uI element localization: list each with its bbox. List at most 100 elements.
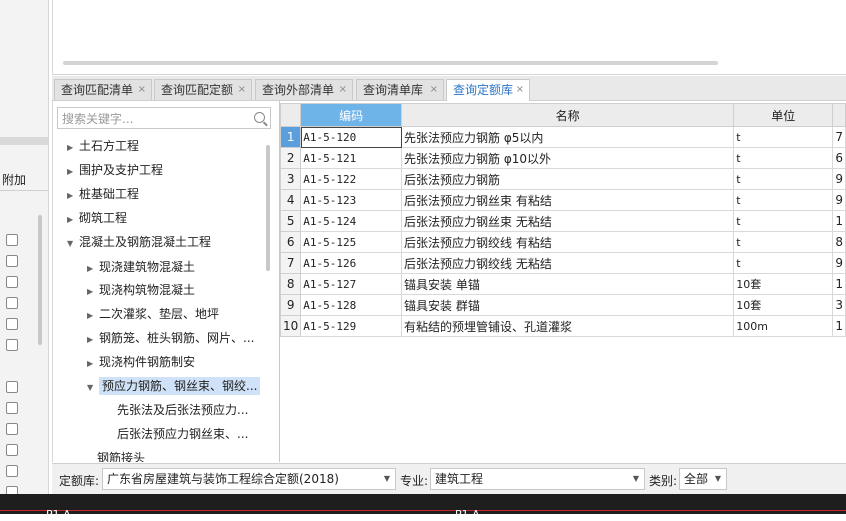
row-number[interactable]: 7 xyxy=(279,252,302,274)
cell-extra[interactable]: 6 xyxy=(832,147,846,169)
checkbox[interactable] xyxy=(6,381,18,393)
cell-code[interactable]: A1-5-122 xyxy=(300,168,402,190)
chevron-down-icon[interactable]: ▼ xyxy=(67,233,79,255)
chevron-down-icon[interactable]: ▼ xyxy=(633,469,639,489)
close-icon[interactable]: × xyxy=(516,80,524,100)
cell-name[interactable]: 后张法预应力钢绞线 无粘结 xyxy=(400,252,735,274)
table-row[interactable]: 3 A1-5-122 后张法预应力钢筋 t 9 xyxy=(279,168,846,190)
tree-item[interactable]: ▶ 砌筑工程 xyxy=(67,207,127,229)
cell-extra[interactable]: 1 xyxy=(832,273,846,295)
cell-unit[interactable]: t xyxy=(733,126,834,148)
chevron-right-icon[interactable]: ▶ xyxy=(67,161,79,183)
cell-name[interactable]: 后张法预应力钢丝束 有粘结 xyxy=(400,189,735,211)
tree-item[interactable]: 钢筋接头 xyxy=(97,447,145,462)
quota-library-select[interactable]: 广东省房屋建筑与装饰工程综合定额(2018) ▼ xyxy=(102,468,396,490)
row-number[interactable]: 8 xyxy=(279,273,302,295)
cell-unit[interactable]: 100m xyxy=(733,315,834,337)
cell-code[interactable]: A1-5-120 xyxy=(300,126,402,148)
cell-name[interactable]: 后张法预应力钢丝束 无粘结 xyxy=(400,210,735,232)
tree-item[interactable]: ▶ 钢筋笼、桩头钢筋、网片、... xyxy=(87,327,254,349)
cell-unit[interactable]: 10套 xyxy=(733,294,834,316)
cell-name[interactable]: 先张法预应力钢筋 φ5以内 xyxy=(400,126,735,148)
major-select[interactable]: 建筑工程 ▼ xyxy=(430,468,645,490)
cell-code[interactable]: A1-5-123 xyxy=(300,189,402,211)
cell-code[interactable]: A1-5-128 xyxy=(300,294,402,316)
table-row[interactable]: 4 A1-5-123 后张法预应力钢丝束 有粘结 t 9 xyxy=(279,189,846,211)
row-number[interactable]: 5 xyxy=(279,210,302,232)
chevron-right-icon[interactable]: ▶ xyxy=(67,209,79,231)
cell-extra[interactable]: 9 xyxy=(832,189,846,211)
close-icon[interactable]: × xyxy=(339,80,347,100)
table-row[interactable]: 6 A1-5-125 后张法预应力钢绞线 有粘结 t 8 xyxy=(279,231,846,253)
column-header-name[interactable]: 名称 xyxy=(400,103,735,127)
cell-name[interactable]: 后张法预应力钢筋 xyxy=(400,168,735,190)
cell-unit[interactable]: t xyxy=(733,147,834,169)
checkbox[interactable] xyxy=(6,276,18,288)
tree-item[interactable]: ▼ 混凝土及钢筋混凝土工程 xyxy=(67,231,211,253)
table-row[interactable]: 7 A1-5-126 后张法预应力钢绞线 无粘结 t 9 xyxy=(279,252,846,274)
cell-extra[interactable]: 1 xyxy=(832,315,846,337)
cell-unit[interactable]: t xyxy=(733,168,834,190)
chevron-right-icon[interactable]: ▶ xyxy=(87,353,99,375)
tree-item[interactable]: ▶ 二次灌浆、垫层、地坪 xyxy=(87,303,219,325)
vertical-scrollbar[interactable] xyxy=(38,215,42,345)
cell-code[interactable]: A1-5-126 xyxy=(300,252,402,274)
search-input[interactable] xyxy=(60,109,249,129)
cell-name[interactable]: 先张法预应力钢筋 φ10以外 xyxy=(400,147,735,169)
cell-name[interactable]: 后张法预应力钢绞线 有粘结 xyxy=(400,231,735,253)
tab-external-list[interactable]: 查询外部清单 × xyxy=(255,79,353,100)
vertical-scrollbar[interactable] xyxy=(266,145,270,271)
checkbox[interactable] xyxy=(6,444,18,456)
chevron-right-icon[interactable]: ▶ xyxy=(67,185,79,207)
table-row[interactable]: 8 A1-5-127 锚具安装 单锚 10套 1 xyxy=(279,273,846,295)
close-icon[interactable]: × xyxy=(238,80,246,100)
cell-unit[interactable]: t xyxy=(733,210,834,232)
table-row[interactable]: 5 A1-5-124 后张法预应力钢丝束 无粘结 t 1 xyxy=(279,210,846,232)
cell-unit[interactable]: 10套 xyxy=(733,273,834,295)
tab-list-library[interactable]: 查询清单库 × xyxy=(356,79,444,100)
tree-item[interactable]: 先张法及后张法预应力... xyxy=(117,399,248,421)
checkbox[interactable] xyxy=(6,297,18,309)
cell-unit[interactable]: t xyxy=(733,189,834,211)
checkbox[interactable] xyxy=(6,423,18,435)
cell-extra[interactable]: 9 xyxy=(832,168,846,190)
cell-code[interactable]: A1-5-129 xyxy=(300,315,402,337)
cell-name[interactable]: 锚具安装 单锚 xyxy=(400,273,735,295)
table-row[interactable]: 9 A1-5-128 锚具安装 群锚 10套 3 xyxy=(279,294,846,316)
checkbox[interactable] xyxy=(6,255,18,267)
close-icon[interactable]: × xyxy=(430,80,438,100)
cell-extra[interactable]: 3 xyxy=(832,294,846,316)
cell-extra[interactable]: 7 xyxy=(832,126,846,148)
tree-item[interactable]: ▶ 现浇构件钢筋制安 xyxy=(87,351,195,373)
table-row[interactable]: 10 A1-5-129 有粘结的预埋管铺设、孔道灌浆 100m 1 xyxy=(279,315,846,337)
tree-item-selected[interactable]: ▼ 预应力钢筋、钢丝束、钢绞... xyxy=(87,375,261,397)
chevron-right-icon[interactable]: ▶ xyxy=(87,329,99,351)
checkbox[interactable] xyxy=(6,339,18,351)
horizontal-scrollbar[interactable] xyxy=(63,61,718,65)
cell-code[interactable]: A1-5-125 xyxy=(300,231,402,253)
table-row[interactable]: 1 A1-5-120 先张法预应力钢筋 φ5以内 t 7 xyxy=(279,126,846,148)
search-icon[interactable] xyxy=(254,112,265,123)
row-number[interactable]: 6 xyxy=(279,231,302,253)
tree-item[interactable]: ▶ 土石方工程 xyxy=(67,135,139,157)
checkbox[interactable] xyxy=(6,465,18,477)
tab-quota-library[interactable]: 查询定额库 × xyxy=(446,79,530,101)
row-number[interactable]: 10 xyxy=(279,315,302,337)
tab-match-quota[interactable]: 查询匹配定额 × xyxy=(154,79,252,100)
cell-code[interactable]: A1-5-121 xyxy=(300,147,402,169)
close-icon[interactable]: × xyxy=(138,80,146,100)
type-select[interactable]: 全部 ▼ xyxy=(679,468,727,490)
cell-unit[interactable]: t xyxy=(733,252,834,274)
chevron-right-icon[interactable]: ▶ xyxy=(87,281,99,303)
chevron-right-icon[interactable]: ▶ xyxy=(87,305,99,327)
cell-code[interactable]: A1-5-124 xyxy=(300,210,402,232)
cell-name[interactable]: 锚具安装 群锚 xyxy=(400,294,735,316)
checkbox[interactable] xyxy=(6,402,18,414)
cell-code[interactable]: A1-5-127 xyxy=(300,273,402,295)
checkbox[interactable] xyxy=(6,234,18,246)
tree-item[interactable]: ▶ 桩基础工程 xyxy=(67,183,139,205)
checkbox[interactable] xyxy=(6,318,18,330)
tree-item[interactable]: 后张法预应力钢丝束、... xyxy=(117,423,248,445)
column-header-extra[interactable] xyxy=(832,103,846,127)
cell-extra[interactable]: 1 xyxy=(832,210,846,232)
